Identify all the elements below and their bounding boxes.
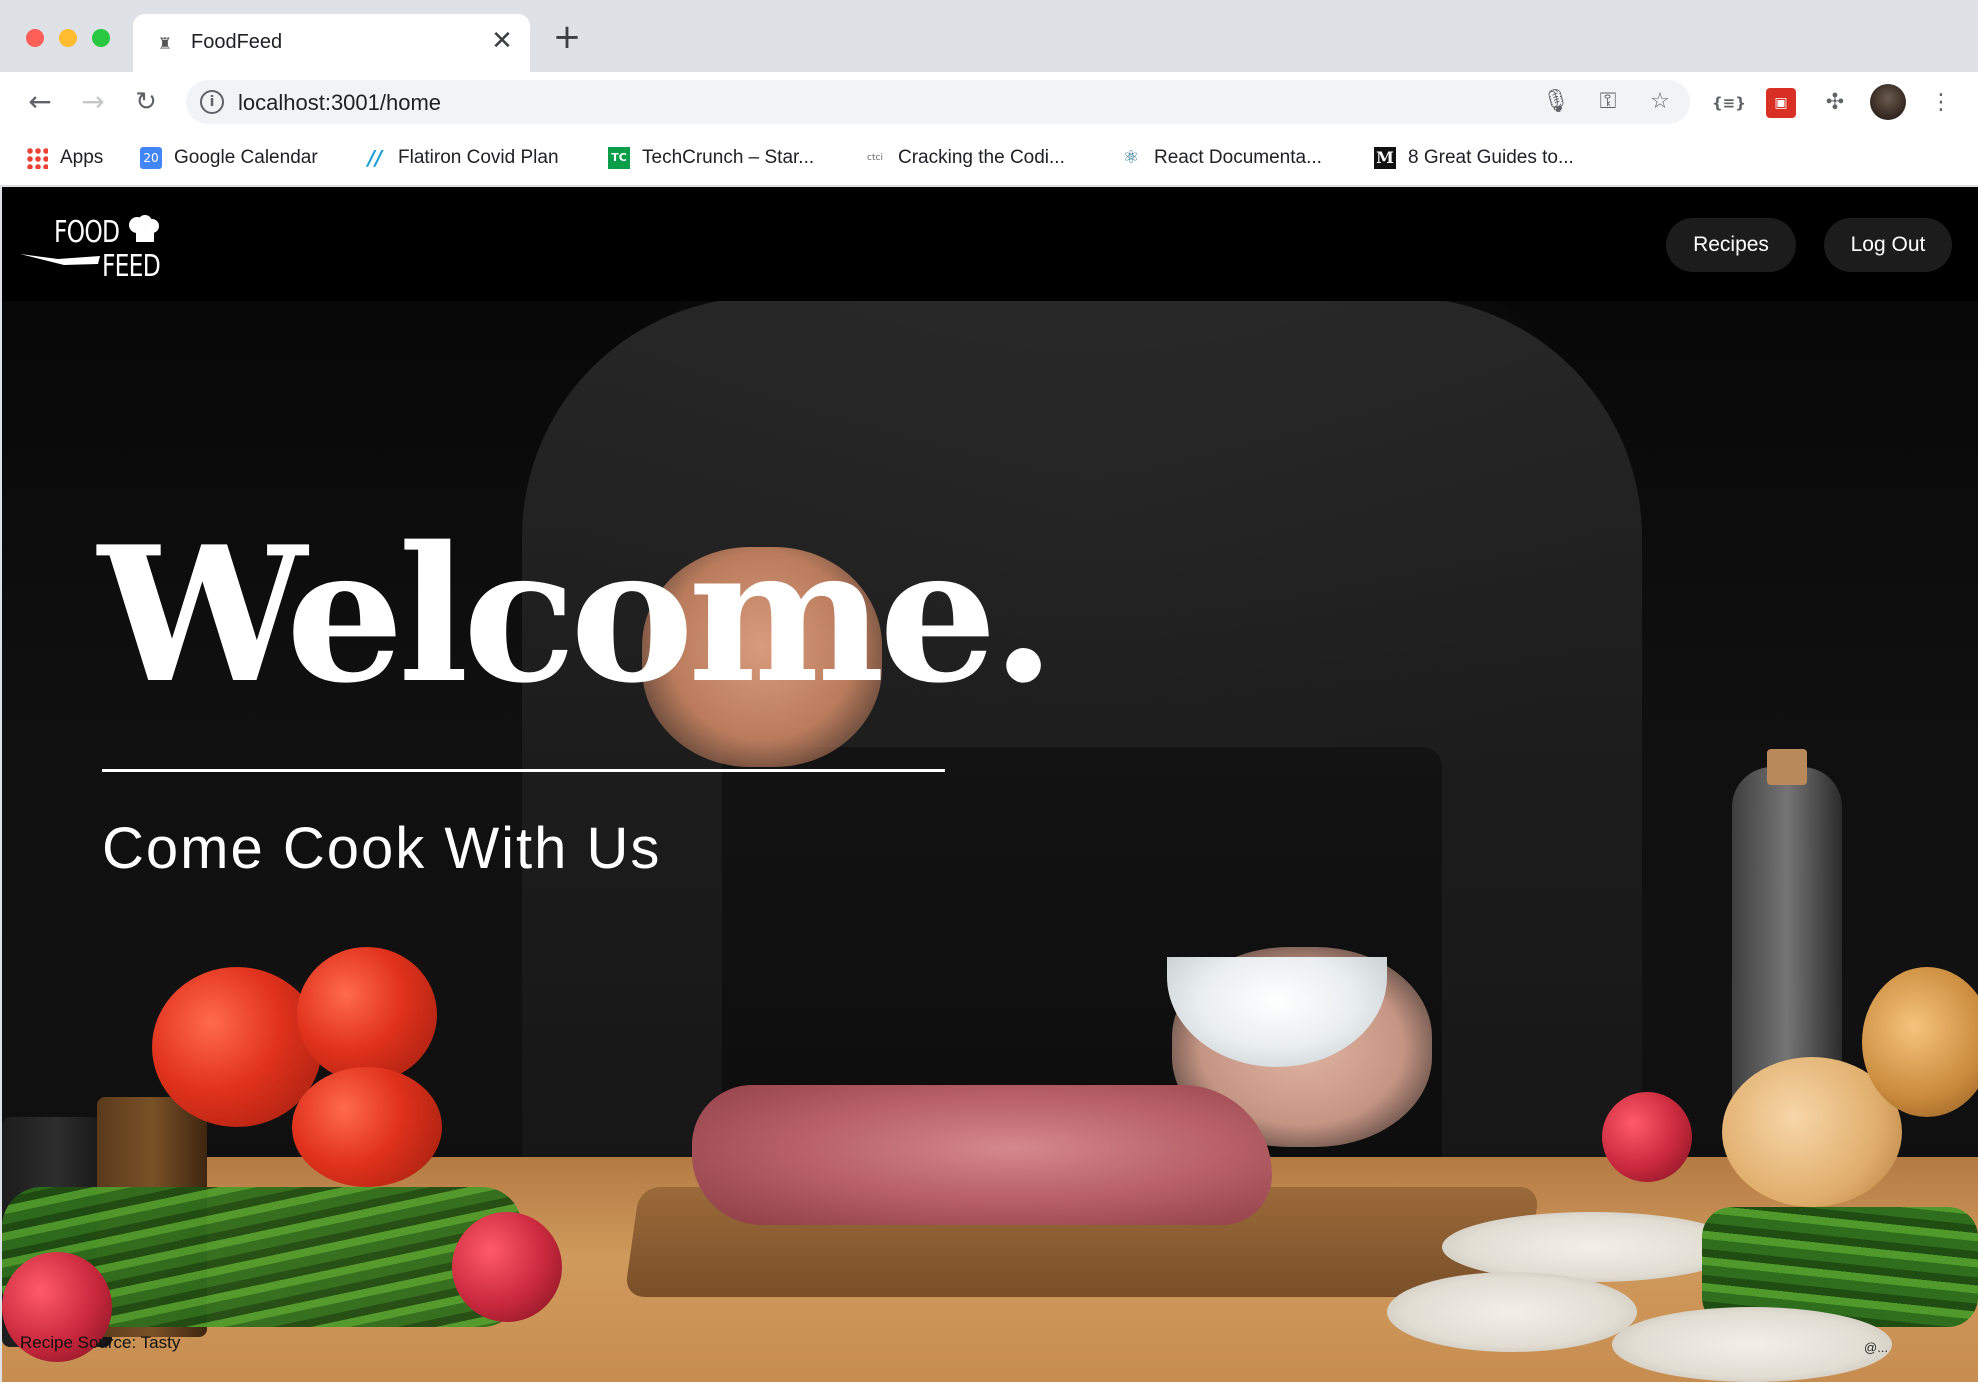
foodfeed-logo[interactable]: FOOD FEED — [18, 207, 168, 287]
bookmarks-bar: Apps 20 Google Calendar // Flatiron Covi… — [0, 132, 1978, 186]
address-bar[interactable]: i localhost:3001/home 🎙 ⚿ ☆ — [186, 80, 1690, 124]
bookmark-label: TechCrunch – Star... — [642, 147, 815, 168]
bookmark-cracking-the-coding[interactable]: ctci Cracking the Codi... — [864, 142, 1065, 174]
new-tab-button[interactable]: + — [552, 20, 582, 54]
bookmark-apps[interactable]: Apps — [26, 142, 103, 174]
recipes-button[interactable]: Recipes — [1666, 218, 1796, 272]
hero-subtitle: Come Cook With Us — [102, 816, 662, 881]
herb-dish — [1442, 1212, 1742, 1282]
bookmark-label: React Documenta... — [1154, 147, 1322, 168]
tomato — [152, 967, 322, 1127]
techcrunch-icon: TC — [608, 147, 630, 169]
bookmark-8-great-guides[interactable]: M 8 Great Guides to... — [1374, 142, 1574, 174]
medium-icon: M — [1374, 147, 1396, 169]
json-extension-icon[interactable]: {≡} — [1712, 88, 1746, 118]
bookmark-label: Cracking the Codi... — [898, 147, 1065, 168]
bookmark-google-calendar[interactable]: 20 Google Calendar — [140, 142, 318, 174]
apps-grid-icon — [26, 147, 48, 169]
kebab-menu-icon[interactable]: ⋮ — [1926, 88, 1956, 118]
radish — [1602, 1092, 1692, 1182]
flatiron-icon: // — [367, 146, 383, 170]
page-viewport: FOOD FEED Recipes Log Out Welcome. Come … — [2, 187, 1978, 1382]
chef-hat-icon: ♜ — [157, 34, 173, 53]
bookmark-react-documentation[interactable]: ⚛ React Documenta... — [1120, 142, 1322, 174]
bottle-cork — [1767, 749, 1807, 785]
bookmark-label: Google Calendar — [174, 147, 318, 168]
close-icon[interactable]: ✕ — [490, 28, 514, 54]
red-extension-icon[interactable]: ▣ — [1766, 88, 1796, 118]
logo-text-bottom: FEED — [102, 249, 161, 284]
google-calendar-icon: 20 — [140, 147, 162, 169]
spice-dish — [1387, 1272, 1637, 1352]
browser-tab-strip: ♜ FoodFeed ✕ + — [0, 0, 1978, 72]
tab-title: FoodFeed — [191, 31, 283, 53]
back-arrow-icon[interactable]: ← — [22, 84, 58, 120]
window-close-button[interactable] — [26, 29, 44, 47]
bookmark-flatiron-covid-plan[interactable]: // Flatiron Covid Plan — [364, 142, 559, 174]
chef-hat-icon — [129, 215, 159, 242]
forward-arrow-icon[interactable]: → — [75, 84, 111, 120]
frying-pan-icon — [20, 254, 100, 265]
hero-divider — [102, 769, 945, 772]
window-minimize-button[interactable] — [59, 29, 77, 47]
puzzle-icon[interactable]: ✣ — [1820, 88, 1850, 118]
bookmark-label: Flatiron Covid Plan — [398, 147, 559, 168]
address-url[interactable]: localhost:3001/home — [238, 90, 441, 116]
recipe-source-credit: Recipe Source: Tasty — [20, 1333, 181, 1352]
microphone-icon[interactable]: 🎙 — [1542, 88, 1570, 116]
logo-text-top: FOOD — [54, 215, 120, 250]
bookmark-label: 8 Great Guides to... — [1408, 147, 1574, 168]
image-watermark: @... — [1864, 1340, 1889, 1355]
profile-avatar[interactable] — [1870, 84, 1906, 120]
star-icon[interactable]: ☆ — [1646, 88, 1674, 116]
hero-background-image — [2, 187, 1978, 1382]
raw-meat — [692, 1085, 1272, 1225]
logout-button[interactable]: Log Out — [1824, 218, 1952, 272]
browser-tab-foodfeed[interactable]: ♜ FoodFeed ✕ — [133, 14, 530, 72]
site-navbar: FOOD FEED Recipes Log Out — [2, 187, 1978, 301]
spice-dish — [1612, 1307, 1892, 1382]
react-icon: ⚛ — [1122, 147, 1140, 168]
reload-icon[interactable]: ↻ — [128, 84, 164, 120]
radish — [452, 1212, 562, 1322]
bookmark-techcrunch[interactable]: TC TechCrunch – Star... — [608, 142, 814, 174]
browser-toolbar: ← → ↻ i localhost:3001/home 🎙 ⚿ ☆ {≡} ▣ … — [0, 72, 1978, 132]
ctci-icon: ctci — [864, 147, 886, 169]
key-icon[interactable]: ⚿ — [1594, 88, 1622, 116]
info-icon[interactable]: i — [200, 90, 224, 114]
tomato — [292, 1067, 442, 1187]
tomato — [297, 947, 437, 1082]
hero-title: Welcome. — [98, 505, 1056, 724]
bookmark-label: Apps — [60, 147, 104, 168]
window-zoom-button[interactable] — [92, 29, 110, 47]
